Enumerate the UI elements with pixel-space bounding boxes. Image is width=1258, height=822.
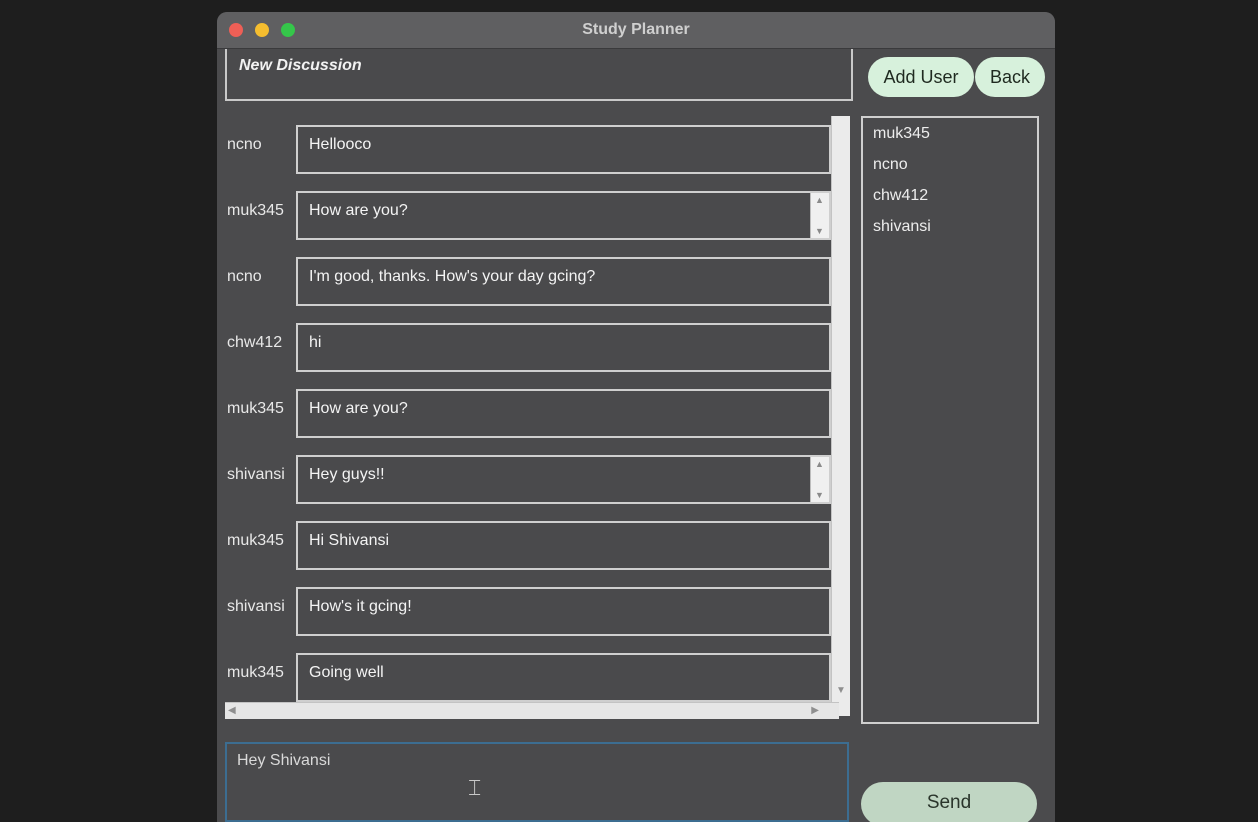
message-author: muk345 xyxy=(227,202,284,219)
message-text: I'm good, thanks. How's your day gcing? xyxy=(309,268,596,285)
message-row: muk345 How are you? xyxy=(225,382,841,438)
discussion-title: New Discussion xyxy=(239,57,362,74)
scroll-left-icon[interactable]: ◀ xyxy=(228,705,236,716)
message-row: ncno I'm good, thanks. How's your day gc… xyxy=(225,250,841,306)
scroll-up-icon[interactable]: ▲ xyxy=(815,195,824,205)
message-row: ncno Hellooco xyxy=(225,118,841,174)
scroll-down-icon[interactable]: ▼ xyxy=(836,685,846,696)
message-text: How are you? xyxy=(309,400,408,417)
message-author: chw412 xyxy=(227,334,283,351)
message-author: muk345 xyxy=(227,664,284,681)
participant-item[interactable]: muk345 xyxy=(873,125,930,143)
message-list-vertical-scrollbar[interactable]: ▼ xyxy=(831,116,850,716)
message-text: Hey guys!! xyxy=(309,466,385,483)
message-scrollbar[interactable]: ▲ ▼ xyxy=(810,457,829,502)
message-row: shivansi How's it gcing! xyxy=(225,580,841,636)
scroll-up-icon[interactable]: ▲ xyxy=(815,459,824,469)
message-list: ncno Hellooco muk345 How are you? ▲ ▼ nc… xyxy=(225,118,841,708)
message-row: shivansi Hey guys!! ▲ ▼ xyxy=(225,448,841,504)
message-text: Going well xyxy=(309,664,384,681)
title-bar: Study Planner xyxy=(217,12,1055,49)
message-row: muk345 Going well xyxy=(225,646,841,702)
message-text: Hellooco xyxy=(309,136,372,153)
message-text-box[interactable]: hi xyxy=(296,323,831,372)
message-scrollbar[interactable]: ▲ ▼ xyxy=(810,193,829,238)
message-text-box[interactable]: How are you? ▲ ▼ xyxy=(296,191,831,240)
message-author: ncno xyxy=(227,136,262,153)
window-title: Study Planner xyxy=(582,21,690,38)
message-text-box[interactable]: How's it gcing! xyxy=(296,587,831,636)
participant-item[interactable]: shivansi xyxy=(873,218,931,236)
message-text: Hi Shivansi xyxy=(309,532,390,549)
message-text-box[interactable]: Going well xyxy=(296,653,831,702)
scroll-down-icon[interactable]: ▼ xyxy=(815,226,824,236)
message-list-horizontal-scrollbar[interactable]: ◀ ▶ xyxy=(225,702,839,719)
message-author: shivansi xyxy=(227,598,285,615)
message-text: hi xyxy=(309,334,322,351)
message-input[interactable]: Hey Shivansi ⌶ xyxy=(225,742,849,822)
message-author: muk345 xyxy=(227,400,284,417)
participant-item[interactable]: chw412 xyxy=(873,187,928,205)
participant-item[interactable]: ncno xyxy=(873,156,908,174)
message-text-box[interactable]: Hellooco xyxy=(296,125,831,174)
text-cursor-icon: ⌶ xyxy=(468,776,482,801)
add-user-button[interactable]: Add User xyxy=(868,57,974,97)
message-text-box[interactable]: Hey guys!! ▲ ▼ xyxy=(296,455,831,504)
scroll-right-icon[interactable]: ▶ xyxy=(811,705,819,716)
message-text-box[interactable]: I'm good, thanks. How's your day gcing? xyxy=(296,257,831,306)
message-row: muk345 Hi Shivansi xyxy=(225,514,841,570)
message-author: ncno xyxy=(227,268,262,285)
message-text-box[interactable]: Hi Shivansi xyxy=(296,521,831,570)
message-row: muk345 How are you? ▲ ▼ xyxy=(225,184,841,240)
participant-list: muk345 ncno chw412 shivansi xyxy=(861,116,1039,724)
back-button[interactable]: Back xyxy=(975,57,1045,97)
send-button[interactable]: Send xyxy=(861,782,1037,822)
message-author: muk345 xyxy=(227,532,284,549)
scroll-down-icon[interactable]: ▼ xyxy=(815,490,824,500)
message-text-box[interactable]: How are you? xyxy=(296,389,831,438)
message-text: How are you? xyxy=(309,202,408,219)
message-row: chw412 hi xyxy=(225,316,841,372)
discussion-title-field[interactable]: New Discussion xyxy=(225,49,853,101)
message-author: shivansi xyxy=(227,466,285,483)
app-window: Study Planner New Discussion Add User Ba… xyxy=(217,12,1055,822)
message-text: How's it gcing! xyxy=(309,598,412,615)
message-input-value: Hey Shivansi xyxy=(237,752,331,769)
